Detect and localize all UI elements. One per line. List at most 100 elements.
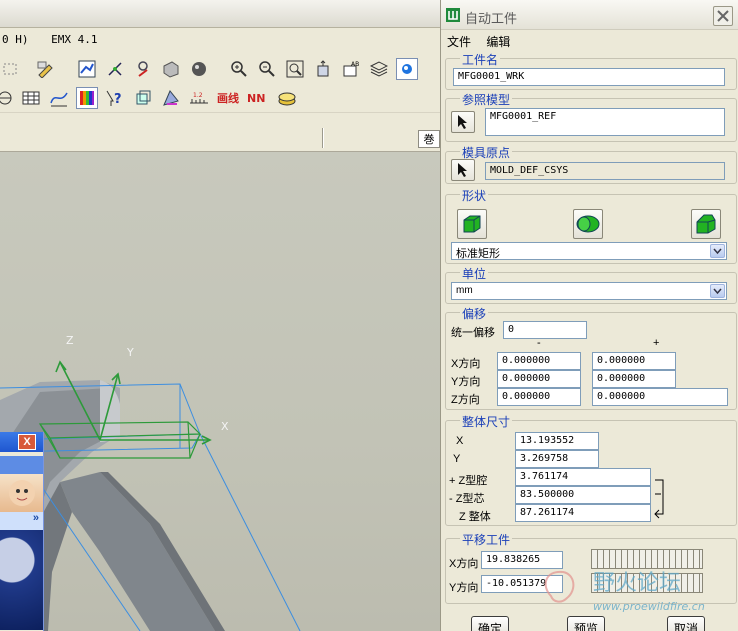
dialog-app-icon bbox=[445, 7, 461, 26]
reference-model-input[interactable]: MFG0001_REF bbox=[485, 108, 725, 136]
display-style-icon[interactable] bbox=[396, 58, 418, 80]
mold-origin-select-button[interactable] bbox=[451, 159, 475, 181]
layers-icon[interactable] bbox=[368, 58, 390, 80]
datum-axis-icon[interactable] bbox=[104, 58, 126, 80]
offset-x-minus-input[interactable]: 0.000000 bbox=[497, 352, 581, 370]
preview-button[interactable]: 预览 bbox=[567, 616, 605, 631]
overall-x-label: X bbox=[456, 435, 464, 447]
svg-text:NN: NN bbox=[247, 92, 265, 105]
uniform-offset-input[interactable]: 0 bbox=[503, 321, 587, 339]
mold-volume-icon[interactable] bbox=[276, 87, 298, 109]
mold-origin-input[interactable]: MOLD_DEF_CSYS bbox=[485, 162, 725, 180]
offset-y-minus-input[interactable]: 0.000000 bbox=[497, 370, 581, 388]
ok-button[interactable]: 确定 bbox=[471, 616, 509, 631]
dialog-title: 自动工件 bbox=[465, 11, 518, 26]
reorient-icon[interactable] bbox=[312, 58, 334, 80]
offset-z-minus-input[interactable]: 0.000000 bbox=[497, 388, 581, 406]
model-view: Z Y X bbox=[0, 334, 301, 631]
parting-surface-icon[interactable] bbox=[160, 87, 182, 109]
mold-analysis-icon[interactable]: 画线 bbox=[216, 87, 244, 109]
offset-z-label: Z方向 bbox=[451, 394, 480, 406]
svg-text:画线: 画线 bbox=[217, 91, 239, 105]
toolbar-bottom: ? 1.2 画线 NN bbox=[0, 83, 440, 113]
help-query-icon[interactable]: ? bbox=[104, 87, 126, 109]
offset-minus-header: - bbox=[537, 337, 541, 349]
watermark-url: www.proewildfire.cn bbox=[593, 600, 705, 613]
z-cavity-value[interactable]: 3.761174 bbox=[515, 468, 651, 486]
datum-plane-icon[interactable] bbox=[0, 87, 16, 109]
menu-item-help[interactable]: 0 H) bbox=[2, 33, 29, 46]
strip-tab[interactable]: 巻 bbox=[418, 130, 440, 148]
color-spectrum-icon[interactable] bbox=[76, 87, 98, 109]
polyhedron-icon bbox=[696, 214, 716, 234]
mini-toolbar bbox=[0, 456, 43, 474]
overall-y-value[interactable]: 3.269758 bbox=[515, 450, 599, 468]
translate-y-label: Y方向 bbox=[449, 582, 479, 594]
measure-icon[interactable]: 1.2 bbox=[188, 87, 210, 109]
arrow-cursor-icon bbox=[458, 115, 467, 129]
shape-cylinder-button[interactable] bbox=[573, 209, 603, 239]
sketch-icon[interactable] bbox=[76, 58, 98, 80]
axis-y-label: Y bbox=[126, 346, 134, 359]
axis-z-label: Z bbox=[66, 334, 74, 347]
overall-x-value[interactable]: 13.193552 bbox=[515, 432, 599, 450]
sum-bracket-icon bbox=[654, 479, 664, 519]
moon-image bbox=[0, 530, 43, 630]
cad-menubar: 0 H) EMX 4.1 bbox=[0, 29, 440, 51]
menu-edit[interactable]: 编辑 bbox=[486, 35, 510, 49]
mini-close-button[interactable]: X bbox=[18, 434, 36, 450]
units-label: 单位 bbox=[460, 265, 489, 282]
offset-plus-header: + bbox=[653, 337, 660, 349]
z-core-label: - Z型芯 bbox=[449, 493, 485, 505]
offset-y-plus-input[interactable]: 0.000000 bbox=[592, 370, 676, 388]
grid-table-icon[interactable] bbox=[20, 87, 42, 109]
offset-x-plus-input[interactable]: 0.000000 bbox=[592, 352, 676, 370]
shape-custom-button[interactable] bbox=[691, 209, 721, 239]
mini-window-titlebar: X bbox=[0, 432, 43, 452]
edit-pencil-icon[interactable] bbox=[34, 58, 56, 80]
chevron-down-icon[interactable] bbox=[710, 244, 725, 258]
fit-view-icon[interactable] bbox=[284, 58, 306, 80]
watermark-logo: 野火论坛 www.proewildfire.cn bbox=[544, 570, 705, 613]
cancel-button[interactable]: 取消 bbox=[667, 616, 705, 631]
workpiece-name-input[interactable]: MFG0001_WRK bbox=[453, 68, 725, 86]
z-core-value[interactable]: 83.500000 bbox=[515, 486, 651, 504]
expand-chevron-button[interactable]: » bbox=[0, 512, 43, 530]
zoom-in-icon[interactable] bbox=[228, 58, 250, 80]
shape-select[interactable]: 标准矩形 bbox=[451, 242, 727, 260]
graphics-viewport[interactable]: Z Y X bbox=[0, 152, 440, 631]
shade-model-icon[interactable] bbox=[160, 58, 182, 80]
sphere-icon[interactable] bbox=[188, 58, 210, 80]
offset-z-plus-input[interactable]: 0.000000 bbox=[592, 388, 728, 406]
z-total-value[interactable]: 87.261174 bbox=[515, 504, 651, 522]
shape-box-button[interactable] bbox=[457, 209, 487, 239]
select-box-icon[interactable] bbox=[0, 58, 22, 80]
component-icon[interactable] bbox=[132, 87, 154, 109]
overall-y-label: Y bbox=[453, 453, 461, 465]
cad-application: 0 H) EMX 4.1 AB ? 1.2 画线 NN 巻 Z Y X X » bbox=[0, 0, 440, 631]
cad-status-strip: 巻 bbox=[0, 124, 440, 152]
menu-item-emx[interactable]: EMX 4.1 bbox=[51, 33, 97, 46]
avatar bbox=[0, 474, 43, 512]
saved-views-icon[interactable]: AB bbox=[340, 58, 362, 80]
menu-file[interactable]: 文件 bbox=[447, 35, 471, 49]
reference-model-label: 参照模型 bbox=[460, 91, 513, 108]
chevron-down-icon[interactable] bbox=[710, 284, 725, 298]
toolbar-top: AB bbox=[0, 54, 440, 84]
offset-label: 偏移 bbox=[460, 305, 489, 322]
offset-x-label: X方向 bbox=[451, 358, 481, 370]
svg-text:1.2: 1.2 bbox=[193, 92, 203, 99]
dialog-close-button[interactable] bbox=[713, 6, 733, 26]
units-select[interactable]: mm bbox=[451, 282, 727, 300]
draft-check-icon[interactable]: NN bbox=[246, 87, 274, 109]
relations-icon[interactable] bbox=[132, 58, 154, 80]
dialog-titlebar: 自动工件 bbox=[441, 0, 738, 30]
reference-model-select-button[interactable] bbox=[451, 111, 475, 133]
zoom-out-icon[interactable] bbox=[256, 58, 278, 80]
axis-x-label: X bbox=[221, 420, 229, 433]
arrow-cursor-icon bbox=[458, 163, 467, 177]
z-cavity-label: + Z型腔 bbox=[449, 475, 488, 487]
auto-workpiece-dialog: 自动工件 文件 编辑 工件名 MFG0001_WRK 参照模型 MFG0001_… bbox=[440, 0, 738, 631]
svg-text:?: ? bbox=[114, 92, 122, 107]
curve-analysis-icon[interactable] bbox=[48, 87, 70, 109]
